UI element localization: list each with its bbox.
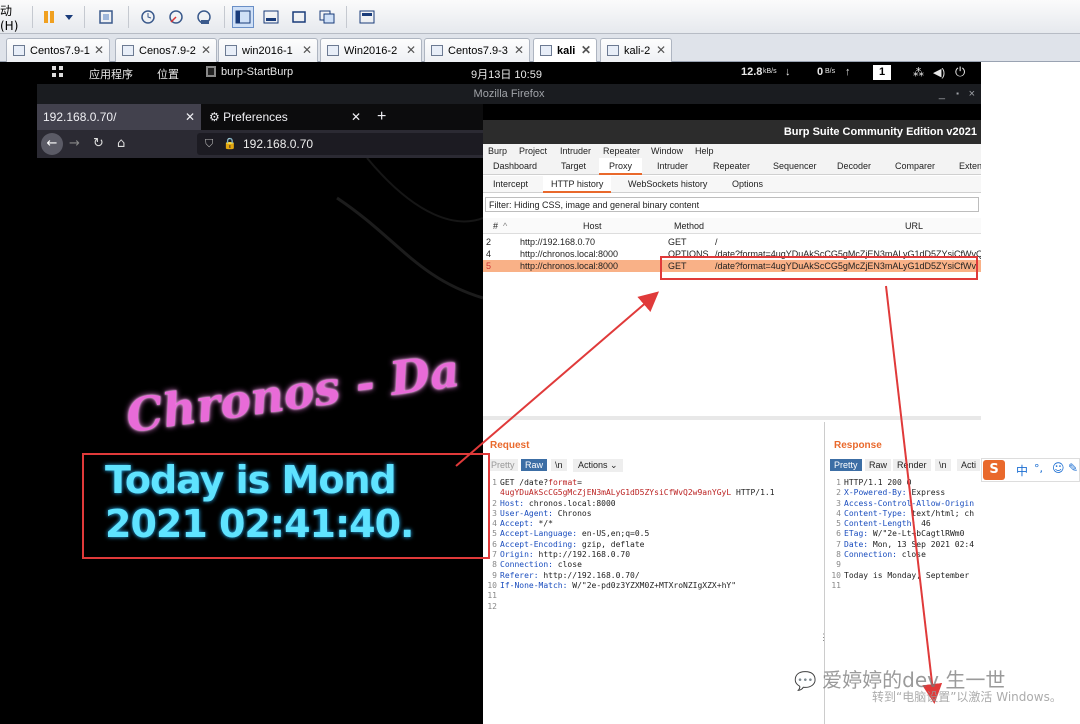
windows-activation-watermark: 转到“电脑设置”以激活 Windows。	[872, 690, 1062, 704]
annotation-arrows	[455, 285, 943, 704]
wechat-icon: 💬	[794, 671, 823, 692]
